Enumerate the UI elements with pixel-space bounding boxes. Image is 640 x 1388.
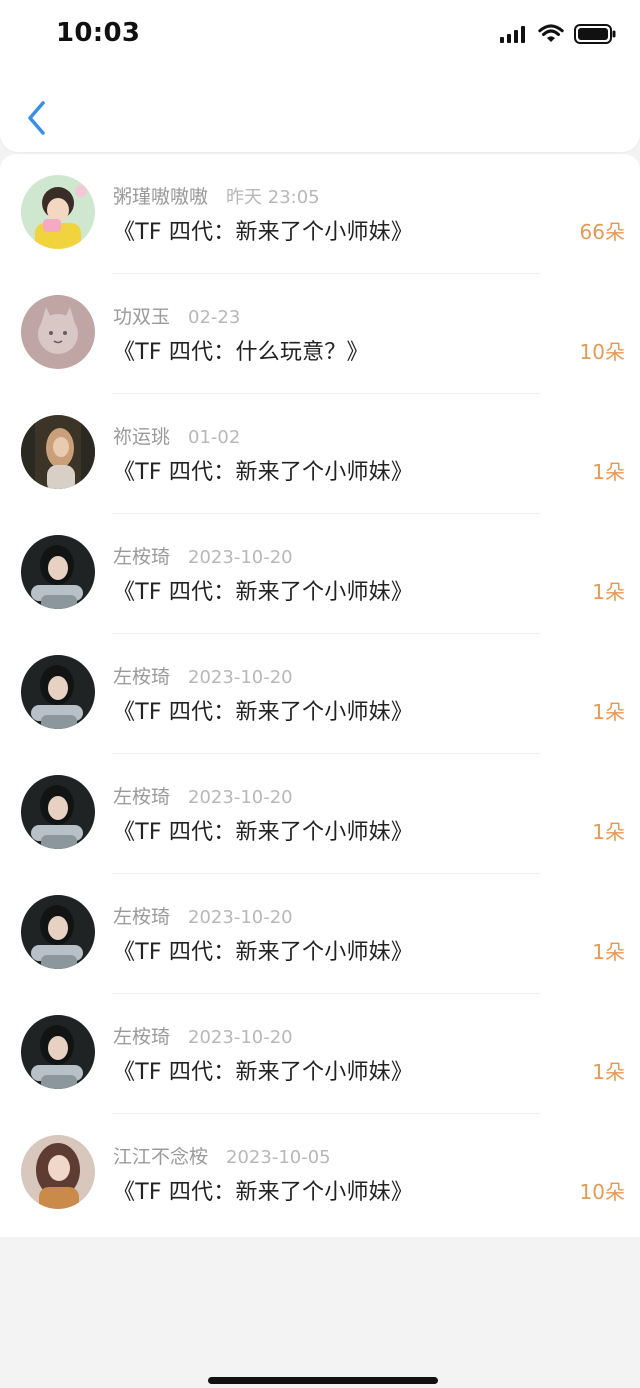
list-item[interactable]: 左桉琦 2023-10-20 《TF 四代：新来了个小师妹》 1朵 xyxy=(0,994,640,1114)
item-meta: 粥瑾嗷嗷嗷 昨天 23:05 xyxy=(113,182,320,209)
avatar xyxy=(21,175,95,249)
home-indicator xyxy=(208,1377,438,1384)
gift-record-list: 粥瑾嗷嗷嗷 昨天 23:05 《TF 四代：新来了个小师妹》 66朵 功双玉 0… xyxy=(0,154,640,1237)
send-time: 2023-10-20 xyxy=(188,547,293,568)
list-item[interactable]: 粥瑾嗷嗷嗷 昨天 23:05 《TF 四代：新来了个小师妹》 66朵 xyxy=(0,154,640,274)
work-title: 《TF 四代：新来了个小师妹》 xyxy=(113,1180,414,1205)
signal-icon xyxy=(500,25,528,47)
sender-name: 左桉琦 xyxy=(113,546,171,568)
work-title: 《TF 四代：新来了个小师妹》 xyxy=(113,460,414,485)
sender-name: 左桉琦 xyxy=(113,906,171,928)
work-title: 《TF 四代：新来了个小师妹》 xyxy=(113,940,414,965)
item-meta: 左桉琦 2023-10-20 xyxy=(113,782,293,809)
sender-name: 江江不念桉 xyxy=(113,1146,209,1168)
gift-amount: 66朵 xyxy=(579,220,625,244)
gift-amount: 1朵 xyxy=(592,580,625,604)
status-bar: 10:03 xyxy=(0,0,640,70)
work-title: 《TF 四代：新来了个小师妹》 xyxy=(113,700,414,725)
send-time: 昨天 23:05 xyxy=(226,187,320,208)
work-title: 《TF 四代：什么玩意？》 xyxy=(113,340,369,365)
gift-amount: 10朵 xyxy=(579,1180,625,1204)
item-meta: 功双玉 02-23 xyxy=(113,302,240,329)
battery-icon xyxy=(574,24,616,48)
item-meta: 左桉琦 2023-10-20 xyxy=(113,1022,293,1049)
item-meta: 左桉琦 2023-10-20 xyxy=(113,662,293,689)
send-time: 2023-10-20 xyxy=(188,787,293,808)
back-button[interactable] xyxy=(18,98,54,138)
status-time: 10:03 xyxy=(56,18,141,48)
avatar xyxy=(21,1135,95,1209)
avatar xyxy=(21,895,95,969)
send-time: 01-02 xyxy=(188,427,241,448)
send-time: 2023-10-20 xyxy=(188,667,293,688)
list-item[interactable]: 祢运珧 01-02 《TF 四代：新来了个小师妹》 1朵 xyxy=(0,394,640,514)
list-item[interactable]: 功双玉 02-23 《TF 四代：什么玩意？》 10朵 xyxy=(0,274,640,394)
sender-name: 左桉琦 xyxy=(113,666,171,688)
list-item[interactable]: 左桉琦 2023-10-20 《TF 四代：新来了个小师妹》 1朵 xyxy=(0,514,640,634)
status-icons xyxy=(500,24,616,48)
send-time: 2023-10-05 xyxy=(226,1147,331,1168)
send-time: 02-23 xyxy=(188,307,241,328)
item-meta: 江江不念桉 2023-10-05 xyxy=(113,1142,331,1169)
work-title: 《TF 四代：新来了个小师妹》 xyxy=(113,220,414,245)
send-time: 2023-10-20 xyxy=(188,1027,293,1048)
sender-name: 左桉琦 xyxy=(113,786,171,808)
gift-amount: 10朵 xyxy=(579,340,625,364)
work-title: 《TF 四代：新来了个小师妹》 xyxy=(113,580,414,605)
gift-amount: 1朵 xyxy=(592,940,625,964)
list-item[interactable]: 江江不念桉 2023-10-05 《TF 四代：新来了个小师妹》 10朵 xyxy=(0,1114,640,1234)
wifi-icon xyxy=(538,24,564,48)
gift-amount: 1朵 xyxy=(592,1060,625,1084)
top-header: 10:03 xyxy=(0,0,640,152)
sender-name: 左桉琦 xyxy=(113,1026,171,1048)
list-item[interactable]: 左桉琦 2023-10-20 《TF 四代：新来了个小师妹》 1朵 xyxy=(0,634,640,754)
avatar xyxy=(21,775,95,849)
avatar xyxy=(21,1015,95,1089)
sender-name: 粥瑾嗷嗷嗷 xyxy=(113,186,209,208)
list-item[interactable]: 左桉琦 2023-10-20 《TF 四代：新来了个小师妹》 1朵 xyxy=(0,754,640,874)
gift-amount: 1朵 xyxy=(592,700,625,724)
send-time: 2023-10-20 xyxy=(188,907,293,928)
item-meta: 左桉琦 2023-10-20 xyxy=(113,902,293,929)
sender-name: 祢运珧 xyxy=(113,426,171,448)
avatar xyxy=(21,655,95,729)
avatar xyxy=(21,415,95,489)
list-item[interactable]: 左桉琦 2023-10-20 《TF 四代：新来了个小师妹》 1朵 xyxy=(0,874,640,994)
work-title: 《TF 四代：新来了个小师妹》 xyxy=(113,820,414,845)
sender-name: 功双玉 xyxy=(113,306,171,328)
work-title: 《TF 四代：新来了个小师妹》 xyxy=(113,1060,414,1085)
avatar xyxy=(21,295,95,369)
gift-amount: 1朵 xyxy=(592,820,625,844)
item-meta: 左桉琦 2023-10-20 xyxy=(113,542,293,569)
avatar xyxy=(21,535,95,609)
item-meta: 祢运珧 01-02 xyxy=(113,422,240,449)
gift-amount: 1朵 xyxy=(592,460,625,484)
chevron-left-icon xyxy=(28,101,45,135)
